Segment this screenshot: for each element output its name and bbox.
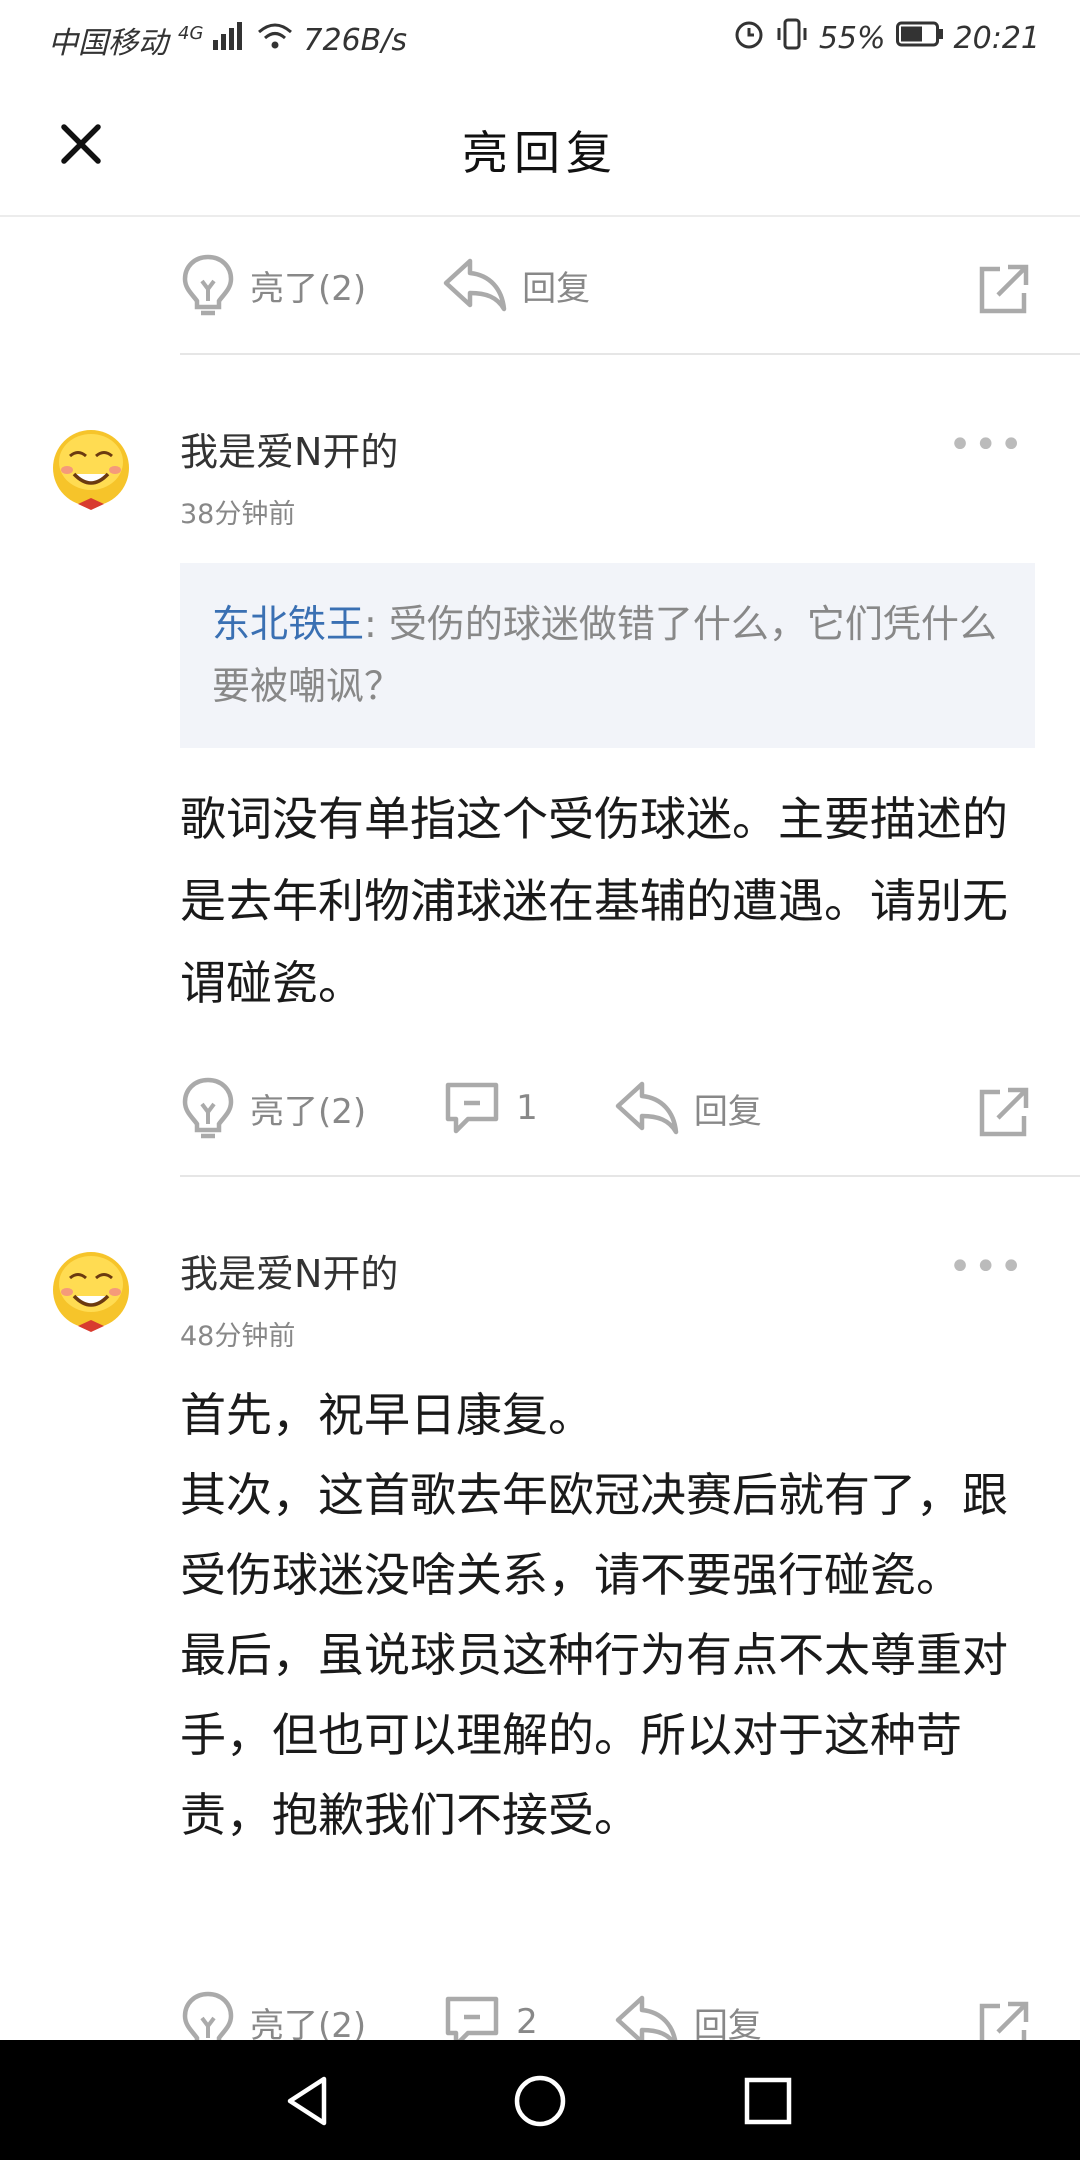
signal-icon bbox=[213, 22, 247, 58]
divider bbox=[180, 353, 1080, 355]
lightbulb-icon bbox=[182, 254, 234, 316]
comment-button[interactable]: 1 bbox=[442, 1079, 538, 1137]
circle-home-icon bbox=[514, 2075, 566, 2127]
vibrate-icon bbox=[775, 18, 809, 58]
more-options-button[interactable]: ••• bbox=[948, 1244, 1025, 1290]
network-label: 4G bbox=[178, 22, 204, 44]
comment-count: 2 bbox=[516, 2002, 538, 2042]
nav-recent-button[interactable] bbox=[735, 2068, 801, 2134]
title-bar: 亮回复 bbox=[0, 75, 1080, 217]
light-label: 亮了(2) bbox=[250, 1091, 367, 1132]
reply-arrow-icon bbox=[615, 1081, 679, 1135]
comment-icon bbox=[445, 1082, 499, 1134]
reply-button[interactable]: 回复 bbox=[442, 255, 590, 315]
carrier-label: 中国移动 bbox=[48, 26, 168, 61]
quote-author[interactable]: 东北铁王 bbox=[212, 602, 364, 646]
timestamp: 38分钟前 bbox=[180, 499, 296, 530]
comment-body: 首先，祝早日康复。 其次，这首歌去年欧冠决赛后就有了，跟受伤球迷没啥关系，请不要… bbox=[180, 1375, 1030, 1855]
reply-label: 回复 bbox=[522, 268, 591, 309]
light-label: 亮了(2) bbox=[250, 268, 367, 309]
quoted-comment[interactable]: 东北铁王: 受伤的球迷做错了什么，它们凭什么要被嘲讽？ bbox=[180, 563, 1035, 748]
avatar[interactable] bbox=[50, 1240, 132, 1332]
light-button[interactable]: 亮了(2) bbox=[180, 1076, 366, 1140]
more-options-button[interactable]: ••• bbox=[948, 422, 1025, 468]
avatar[interactable] bbox=[50, 418, 132, 510]
battery-icon bbox=[895, 20, 944, 56]
battery-percent: 55% bbox=[818, 20, 886, 56]
username[interactable]: 我是爱N开的 bbox=[180, 421, 398, 476]
lightbulb-icon bbox=[182, 1077, 234, 1139]
page-title: 亮回复 bbox=[462, 126, 618, 180]
speed-label: 726B/s bbox=[303, 22, 407, 58]
share-button[interactable] bbox=[976, 263, 1032, 326]
action-row: 亮了(2) 回复 bbox=[180, 245, 1040, 325]
divider bbox=[180, 1175, 1080, 1177]
share-icon bbox=[979, 1087, 1029, 1137]
share-button[interactable] bbox=[976, 1086, 1032, 1149]
alarm-icon bbox=[733, 18, 765, 58]
username[interactable]: 我是爱N开的 bbox=[180, 1243, 398, 1298]
nav-home-button[interactable] bbox=[507, 2068, 573, 2134]
system-nav-bar bbox=[0, 2040, 1080, 2160]
timestamp: 48分钟前 bbox=[180, 1321, 296, 1352]
share-icon bbox=[979, 264, 1029, 314]
more-dots-icon: ••• bbox=[948, 1244, 1025, 1290]
reply-label: 回复 bbox=[693, 1091, 762, 1132]
comment-body: 歌词没有单指这个受伤球迷。主要描述的是去年利物浦球迷在基辅的遭遇。请别无谓碰瓷。 bbox=[180, 792, 1008, 1010]
comment-body-line: 其次，这首歌去年欧冠决赛后就有了，跟受伤球迷没啥关系，请不要强行碰瓷。 bbox=[180, 1468, 1008, 1602]
action-row: 亮了(2) 1 回复 bbox=[180, 1068, 1040, 1148]
square-recent-icon bbox=[744, 2077, 792, 2125]
comment-body-line: 最后，虽说球员这种行为有点不太尊重对手，但也可以理解的。所以对于这种苛责，抱歉我… bbox=[180, 1628, 1008, 1842]
light-button[interactable]: 亮了(2) bbox=[180, 253, 366, 317]
comment-body-line: 首先，祝早日康复。 bbox=[180, 1388, 594, 1442]
comment-count: 1 bbox=[516, 1088, 538, 1128]
clock-time: 20:21 bbox=[953, 20, 1040, 56]
wifi-icon bbox=[257, 22, 293, 58]
status-bar: 中国移动 4G 726B/s 55% 20:21 bbox=[0, 0, 1080, 75]
more-dots-icon: ••• bbox=[948, 422, 1025, 468]
reply-button[interactable]: 回复 bbox=[614, 1078, 762, 1138]
triangle-back-icon bbox=[287, 2076, 327, 2126]
reply-arrow-icon bbox=[443, 258, 507, 312]
nav-back-button[interactable] bbox=[275, 2068, 341, 2134]
quote-separator: : bbox=[364, 602, 389, 646]
